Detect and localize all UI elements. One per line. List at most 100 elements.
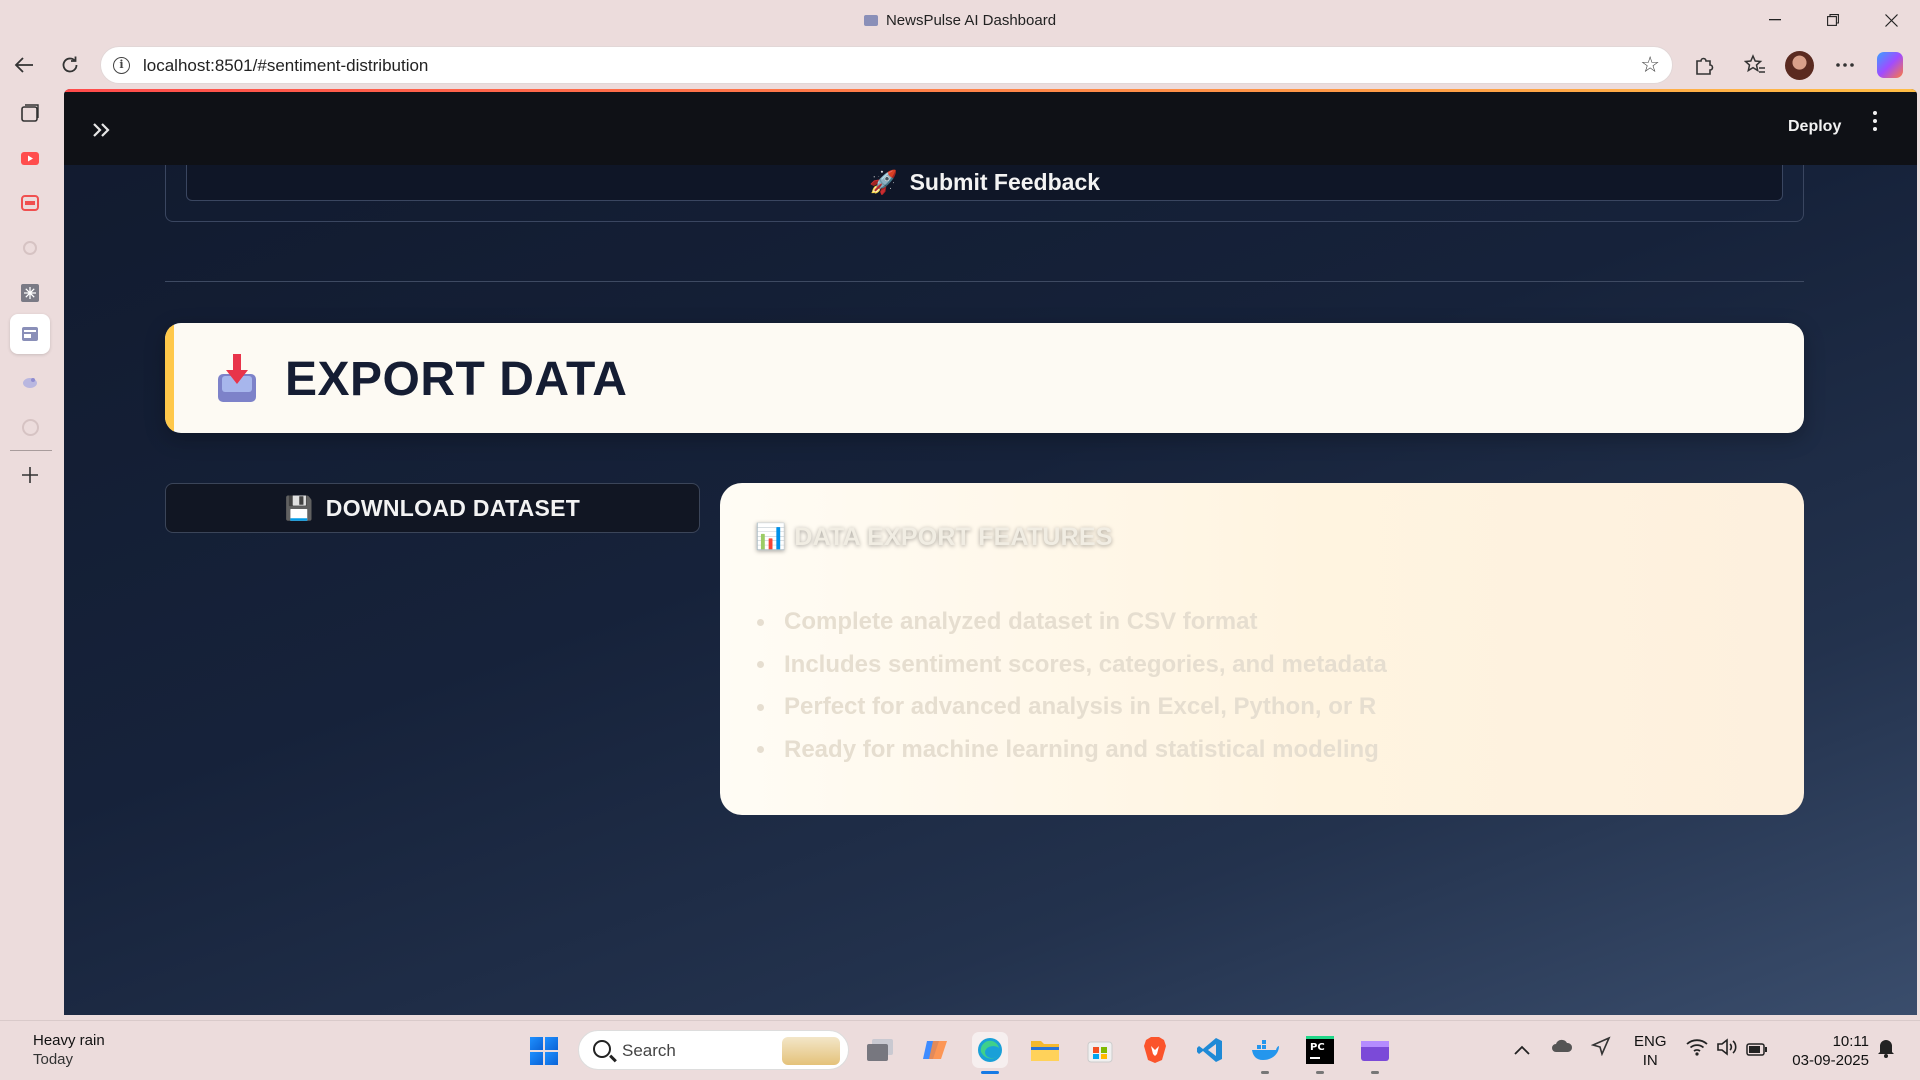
location-arrow-icon [1590, 1036, 1611, 1057]
start-button[interactable] [530, 1037, 558, 1065]
youtube-icon [21, 151, 39, 165]
kebab-dot [1873, 111, 1877, 115]
favorites-icon [1744, 54, 1765, 73]
download-dataset-button[interactable]: 💾 DOWNLOAD DATASET [165, 483, 700, 533]
windows-logo-icon [545, 1052, 558, 1065]
location-status[interactable] [1590, 1036, 1611, 1061]
minimize-button[interactable] [1755, 6, 1795, 34]
tab-youtube[interactable] [16, 144, 44, 172]
copilot-icon[interactable] [1877, 52, 1903, 78]
ellipsis-icon [1836, 63, 1854, 67]
rocket-icon: 🚀 [868, 169, 898, 195]
taskbar-search[interactable]: Search [578, 1030, 849, 1070]
url-text[interactable]: localhost:8501/#sentiment-distribution [143, 56, 428, 76]
dashboard-tab-icon [22, 327, 38, 341]
store-icon [1087, 1041, 1113, 1063]
tab-newspulse-active[interactable] [10, 314, 50, 354]
taskbar-edge[interactable] [972, 1032, 1008, 1074]
taskbar-copilot[interactable] [917, 1032, 953, 1068]
export-data-title: EXPORT DATA [285, 353, 628, 406]
favorites-button[interactable] [1739, 49, 1771, 81]
tab-settings-app[interactable] [16, 279, 44, 307]
window-title-text: NewsPulse AI Dashboard [885, 12, 1057, 29]
taskbar-clipchamp[interactable] [1357, 1032, 1393, 1074]
circle-tab-icon [23, 241, 37, 255]
feature-item: Ready for machine learning and statistic… [755, 729, 1387, 772]
vertical-tab-strip [0, 89, 64, 1018]
bell-icon [1878, 1040, 1894, 1058]
kebab-dot [1873, 119, 1877, 123]
main-menu-button[interactable] [1870, 111, 1880, 131]
floppy-disk-icon: 💾 [284, 494, 314, 521]
close-window-button[interactable] [1871, 6, 1911, 34]
snowflake-tab-icon [21, 284, 39, 302]
weather-day: Today [33, 1051, 74, 1068]
tab-bird-app[interactable] [16, 368, 44, 396]
weather-condition: Heavy rain [33, 1032, 105, 1049]
onedrive-status[interactable] [1551, 1038, 1573, 1059]
arrow-left-icon [14, 57, 33, 73]
submit-feedback-label: Submit Feedback [909, 169, 1101, 195]
wifi-status[interactable] [1686, 1038, 1708, 1061]
plus-icon [22, 467, 38, 483]
speaker-icon [1717, 1038, 1737, 1056]
favorite-star-icon[interactable]: ☆ [1640, 52, 1660, 78]
input-language[interactable]: ENG IN [1634, 1032, 1667, 1070]
site-info-icon[interactable]: i [113, 57, 130, 74]
clock-time: 10:11 [1832, 1033, 1869, 1050]
taskbar-docker[interactable] [1247, 1032, 1283, 1074]
more-menu-button[interactable] [1829, 49, 1861, 81]
address-bar[interactable]: i localhost:8501/#sentiment-distribution… [100, 46, 1673, 84]
inbox-tray-icon [218, 354, 256, 402]
tab-github[interactable] [16, 413, 44, 441]
submit-feedback-button[interactable]: 🚀 Submit Feedback [186, 165, 1783, 201]
running-app-indicator [1371, 1071, 1379, 1074]
feature-item: Perfect for advanced analysis in Excel, … [755, 686, 1387, 729]
deploy-button[interactable]: Deploy [1788, 118, 1841, 136]
taskbar-store[interactable] [1082, 1032, 1118, 1068]
cloud-icon [1552, 1039, 1573, 1052]
extensions-button[interactable] [1688, 49, 1720, 81]
export-data-header-card: EXPORT DATA [165, 323, 1804, 433]
running-app-indicator [1316, 1071, 1324, 1074]
close-icon [1884, 13, 1898, 27]
notifications-button[interactable] [1876, 1037, 1896, 1064]
show-hidden-icons-button[interactable] [1514, 1039, 1530, 1060]
features-title: 📊 DATA EXPORT FEATURES [755, 523, 1113, 552]
feature-item: Complete analyzed dataset in CSV format [755, 601, 1387, 644]
region-code: IN [1642, 1052, 1658, 1069]
taskbar-pycharm[interactable]: PC [1302, 1032, 1338, 1074]
restore-button[interactable] [1813, 6, 1853, 34]
feedback-form-container: 🚀 Submit Feedback [165, 165, 1804, 222]
taskbar-vscode[interactable] [1192, 1032, 1228, 1068]
tab-faded[interactable] [16, 234, 44, 262]
edge-browser-icon [978, 1038, 1002, 1062]
weather-widget[interactable]: Heavy rain Today [33, 1031, 105, 1069]
github-icon [21, 418, 39, 436]
brave-lion-icon [1144, 1037, 1166, 1063]
app-header: Deploy [64, 92, 1917, 165]
profile-avatar[interactable] [1785, 51, 1814, 80]
back-button[interactable] [8, 49, 40, 81]
running-app-indicator [1261, 1071, 1269, 1074]
task-view-button[interactable] [862, 1032, 898, 1068]
folder-icon [1031, 1041, 1059, 1061]
volume-status[interactable] [1716, 1038, 1738, 1061]
battery-status[interactable] [1746, 1040, 1768, 1061]
taskbar-brave[interactable] [1137, 1032, 1173, 1068]
system-clock[interactable]: 10:11 03-09-2025 [1785, 1032, 1869, 1070]
taskbar-file-explorer[interactable] [1027, 1032, 1063, 1068]
task-view-icon [867, 1039, 893, 1061]
puzzle-icon [1696, 57, 1714, 75]
new-tab-button[interactable] [16, 461, 44, 489]
section-divider [165, 281, 1804, 282]
restore-icon [1827, 14, 1839, 26]
refresh-button[interactable] [54, 49, 86, 81]
tab-actions-button[interactable] [16, 99, 44, 127]
download-dataset-label: DOWNLOAD DATASET [325, 494, 581, 521]
expand-sidebar-button[interactable] [92, 114, 112, 145]
tab-video[interactable] [16, 189, 44, 217]
docker-whale-icon [1252, 1040, 1279, 1060]
minimize-icon [1769, 19, 1781, 21]
tabs-icon [21, 104, 39, 122]
